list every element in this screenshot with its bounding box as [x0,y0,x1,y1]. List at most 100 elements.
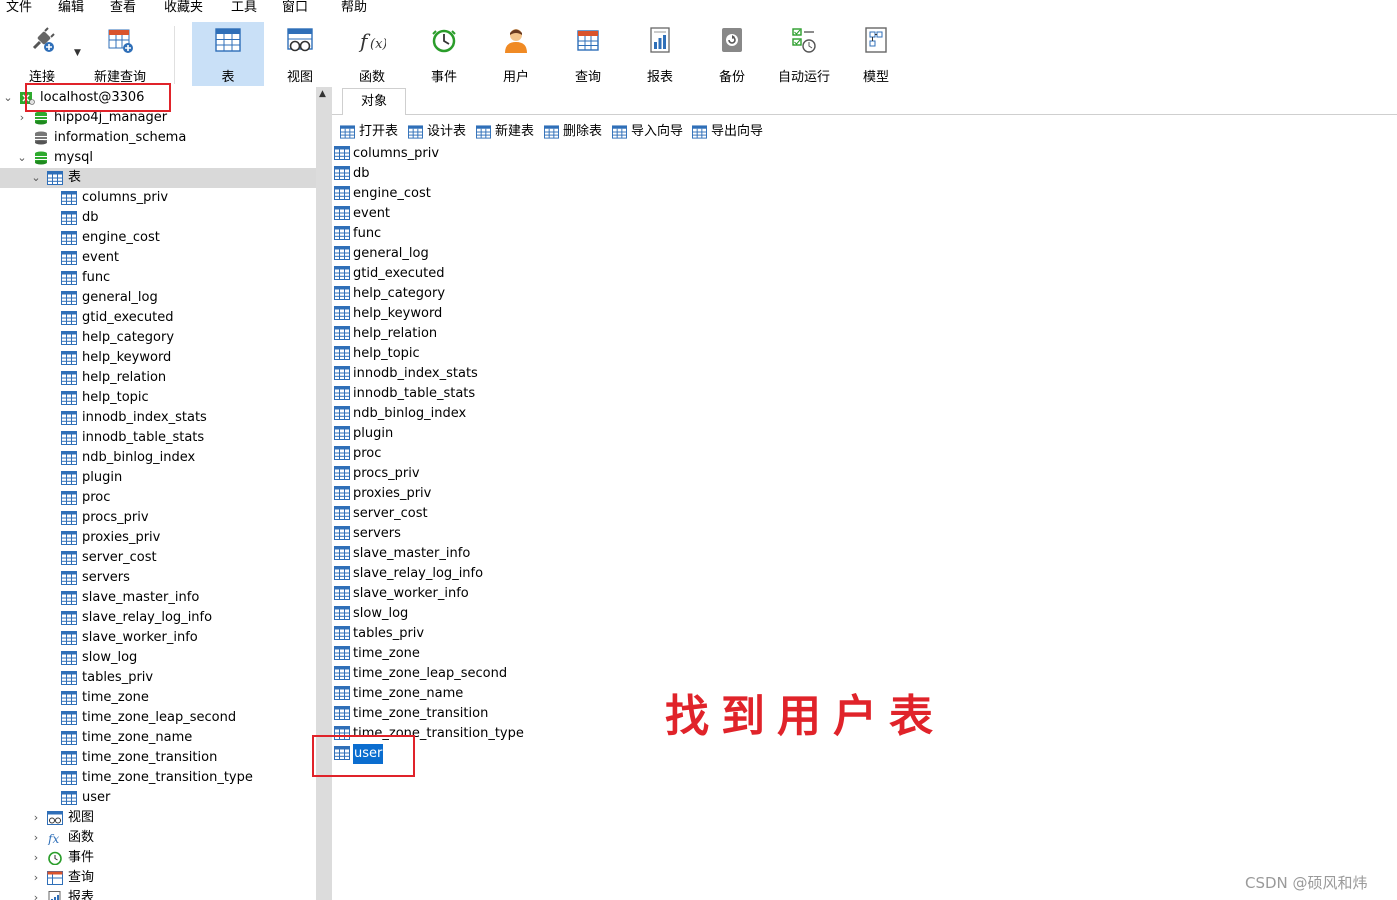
tree-table-item[interactable]: tables_priv [0,668,314,688]
toolbar-button-1[interactable]: 新建查询 [84,22,156,86]
menu-item-5[interactable]: 窗口 [282,0,308,18]
object-label: func [353,226,382,241]
expand-chevron-icon[interactable]: › [30,888,42,900]
object-label: db [353,166,370,181]
toolbar-button-9[interactable]: 备份 [696,22,768,86]
tree-database-item[interactable]: information_schema [0,128,314,148]
tree-table-item[interactable]: ndb_binlog_index [0,448,314,468]
tree-node-query[interactable]: › 查询 [0,868,314,888]
tree-table-item[interactable]: slave_master_info [0,588,314,608]
tree-table-item[interactable]: proc [0,488,314,508]
highlight-user-box [312,735,415,777]
table-action-icon [544,125,559,139]
expand-chevron-icon[interactable]: › [30,828,42,848]
object-label: time_zone [353,646,420,661]
tree-table-item[interactable]: slave_relay_log_info [0,608,314,628]
tree-tables-node[interactable]: ⌄ 表 [0,168,316,188]
connect-dropdown-chevron-icon[interactable]: ▼ [74,48,81,58]
toolbar-button-6[interactable]: 用户 [480,22,552,86]
tree-table-item[interactable]: slave_worker_info [0,628,314,648]
view-icon [286,26,314,54]
tree-table-item[interactable]: time_zone_name [0,728,314,748]
table-icon [334,246,350,260]
object-label: time_zone_leap_second [353,666,508,681]
expand-chevron-icon[interactable]: › [30,808,42,828]
collapse-arrow-icon[interactable]: ▲ [319,89,326,99]
tree-table-item[interactable]: columns_priv [0,188,314,208]
object-label: servers [353,526,401,541]
toolbar-button-0[interactable]: 连接 [6,22,78,86]
expand-chevron-icon[interactable]: › [30,848,42,868]
object-label: slow_log [353,606,409,621]
tree-table-item[interactable]: func [0,268,314,288]
toolbar-button-11[interactable]: 模型 [840,22,912,86]
toolbar-button-3[interactable]: 视图 [264,22,336,86]
tree-label: columns_priv [82,190,169,205]
tree-table-item[interactable]: server_cost [0,548,314,568]
tree-table-item[interactable]: plugin [0,468,314,488]
menu-item-0[interactable]: 文件 [6,0,32,18]
tree-table-item[interactable]: help_keyword [0,348,314,368]
menu-item-6[interactable]: 帮助 [341,0,367,18]
expand-chevron-icon[interactable]: ⌄ [2,88,14,108]
tree-table-item[interactable]: slow_log [0,648,314,668]
tree-table-item[interactable]: help_relation [0,368,314,388]
tree-node-func[interactable]: › fx 函数 [0,828,314,848]
tree-node-report[interactable]: › 报表 [0,888,314,900]
menu-item-2[interactable]: 查看 [110,0,136,18]
tree-table-item[interactable]: procs_priv [0,508,314,528]
tree-table-item[interactable]: general_log [0,288,314,308]
expand-chevron-icon[interactable]: ⌄ [16,148,28,168]
expand-chevron-icon[interactable]: ⌄ [30,168,42,188]
toolbar-button-10[interactable]: 自动运行 [768,22,840,86]
tree-table-item[interactable]: innodb_index_stats [0,408,314,428]
tree-label: event [82,250,120,265]
table-icon [61,531,77,545]
object-label: innodb_index_stats [353,366,478,381]
table-icon [334,486,350,500]
toolbar-button-8[interactable]: 报表 [624,22,696,86]
tree-table-item[interactable]: user [0,788,314,808]
object-label: server_cost [353,506,428,521]
tree-table-item[interactable]: time_zone_transition_type [0,768,314,788]
tree-node-view[interactable]: › 视图 [0,808,314,828]
navigation-tree[interactable]: ⌄ localhost@3306 › hippo4j_manager informati… [0,87,316,900]
table-icon [61,271,77,285]
menu-item-4[interactable]: 工具 [231,0,257,18]
tree-table-item[interactable]: engine_cost [0,228,314,248]
tree-table-item[interactable]: proxies_priv [0,528,314,548]
tree-table-item[interactable]: time_zone_transition [0,748,314,768]
tree-table-item[interactable]: servers [0,568,314,588]
object-label: help_keyword [353,306,443,321]
toolbar-button-4[interactable]: f (x) 函数 [336,22,408,86]
toolbar-label: 自动运行 [777,70,830,85]
tree-table-item[interactable]: time_zone_leap_second [0,708,314,728]
tree-table-item[interactable]: event [0,248,314,268]
tab-objects[interactable]: 对象 [342,88,406,115]
tree-database-item[interactable]: ⌄ mysql [0,148,314,168]
tree-table-item[interactable]: innodb_table_stats [0,428,314,448]
db-green-icon [33,111,49,125]
menu-item-3[interactable]: 收藏夹 [164,0,203,18]
toolbar-button-5[interactable]: 事件 [408,22,480,86]
table-icon [61,251,77,265]
tree-node-event[interactable]: › 事件 [0,848,314,868]
tree-table-item[interactable]: db [0,208,314,228]
tree-table-item[interactable]: time_zone [0,688,314,708]
table-icon [334,286,350,300]
menu-item-1[interactable]: 编辑 [58,0,84,18]
table-action-icon [408,125,423,139]
toolbar-button-7[interactable]: 查询 [552,22,624,86]
toolbar-button-2[interactable]: 表 [192,22,264,86]
tree-label: proxies_priv [82,530,161,545]
table-icon [61,651,77,665]
tree-label: help_keyword [82,350,172,365]
table-icon [61,591,77,605]
tree-table-item[interactable]: help_topic [0,388,314,408]
tree-table-item[interactable]: gtid_executed [0,308,314,328]
expand-chevron-icon[interactable]: › [30,868,42,888]
pane-splitter[interactable]: ▲ [316,87,332,900]
toolbar-label: 事件 [430,70,457,85]
tree-table-item[interactable]: help_category [0,328,314,348]
table-icon [334,466,350,480]
